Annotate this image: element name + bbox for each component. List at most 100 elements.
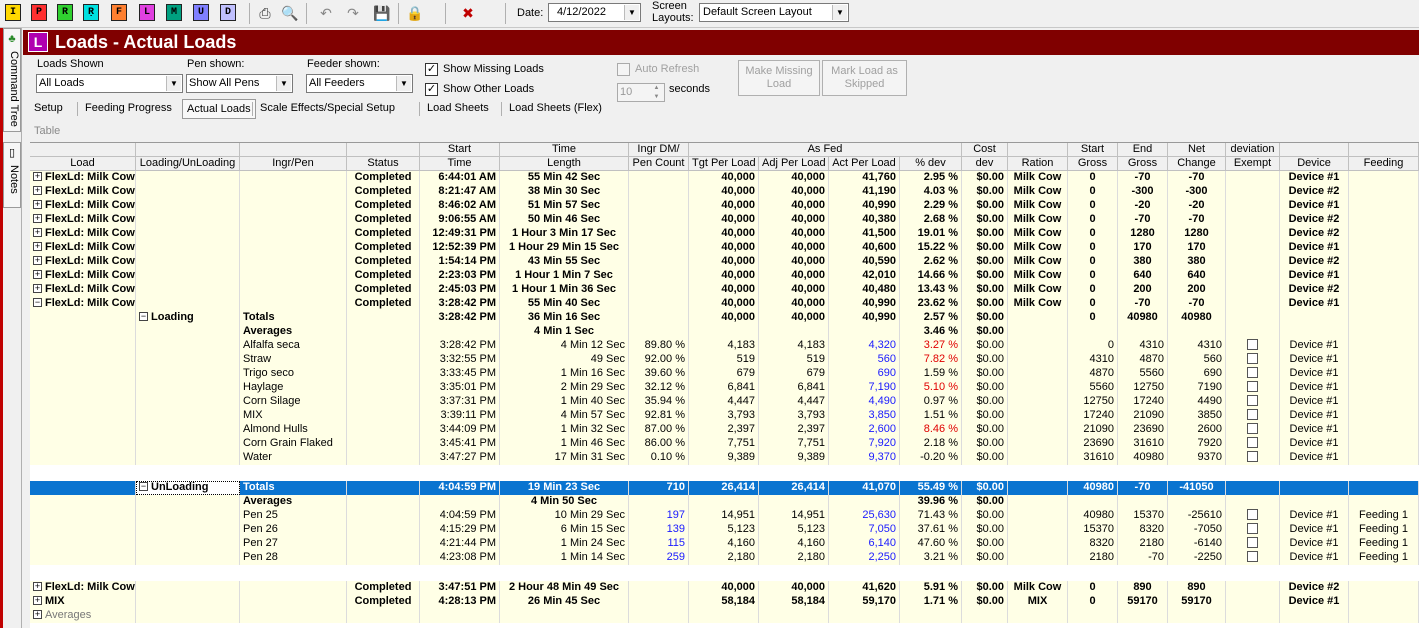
- expand-icon[interactable]: +: [33, 200, 42, 209]
- header-lu[interactable]: Loading/UnLoading: [136, 157, 240, 171]
- header-net[interactable]: Change: [1168, 157, 1226, 171]
- make-missing-load-button[interactable]: Make Missing Load: [738, 60, 820, 96]
- undo-icon[interactable]: ↶: [316, 3, 336, 23]
- toolbar-l-button[interactable]: L: [139, 4, 155, 21]
- chevron-down-icon[interactable]: ▼: [832, 5, 847, 20]
- header-ration[interactable]: Ration: [1008, 157, 1068, 171]
- load-name-cell[interactable]: + FlexLd: Milk Cow: [30, 255, 136, 269]
- load-name-cell[interactable]: + FlexLd: Milk Cow: [30, 227, 136, 241]
- redo-icon[interactable]: ↷: [343, 3, 363, 23]
- load-name-cell[interactable]: − FlexLd: Milk Cow: [30, 297, 136, 311]
- deviation-exempt-checkbox[interactable]: [1247, 423, 1258, 434]
- load-name-cell[interactable]: + FlexLd: Milk Cow: [30, 269, 136, 283]
- expand-icon[interactable]: +: [33, 228, 42, 237]
- chevron-down-icon[interactable]: ▼: [396, 76, 411, 91]
- toolbar-p-button[interactable]: P: [31, 4, 47, 21]
- spin-up-icon[interactable]: ▲: [649, 84, 664, 92]
- feeder-shown-select[interactable]: All Feeders ▼: [306, 74, 413, 93]
- expand-icon[interactable]: +: [33, 186, 42, 195]
- load-name-cell[interactable]: + FlexLd: Milk Cow: [30, 199, 136, 213]
- expand-icon[interactable]: +: [33, 172, 42, 181]
- expand-icon[interactable]: +: [33, 270, 42, 279]
- header-adj[interactable]: Adj Per Load: [759, 157, 829, 171]
- loads-shown-select[interactable]: All Loads ▼: [36, 74, 183, 93]
- deviation-exempt-checkbox[interactable]: [1247, 537, 1258, 548]
- print-preview-icon[interactable]: 🔍: [280, 3, 300, 23]
- deviation-exempt-checkbox[interactable]: [1247, 367, 1258, 378]
- header-sg[interactable]: Gross: [1068, 157, 1118, 171]
- header-start[interactable]: Time: [420, 157, 500, 171]
- header-dev[interactable]: % dev: [900, 157, 962, 171]
- pen-shown-select[interactable]: Show All Pens ▼: [186, 74, 293, 93]
- date-picker[interactable]: 4/12/2022 ▼: [548, 3, 641, 22]
- tab-scale-effects-special-setup[interactable]: Scale Effects/Special Setup: [256, 99, 399, 119]
- unloading-group-cell[interactable]: − UnLoading: [136, 481, 240, 495]
- chevron-down-icon[interactable]: ▼: [166, 76, 181, 91]
- expand-icon[interactable]: −: [33, 298, 42, 307]
- load-name-cell[interactable]: + FlexLd: Milk Cow: [30, 185, 136, 199]
- expand-icon[interactable]: +: [33, 596, 42, 605]
- tab-actual-loads[interactable]: Actual Loads: [182, 99, 256, 119]
- toolbar-i-button[interactable]: I: [5, 4, 21, 21]
- mark-load-skipped-button[interactable]: Mark Load as Skipped: [822, 60, 907, 96]
- loading-group-cell[interactable]: − Loading: [136, 311, 240, 325]
- lock-icon[interactable]: 🔒: [405, 3, 425, 23]
- header-feed[interactable]: Feeding: [1349, 157, 1419, 171]
- deviation-exempt-checkbox[interactable]: [1247, 509, 1258, 520]
- load-name-cell[interactable]: + MIX: [30, 595, 136, 609]
- toolbar-u-button[interactable]: U: [193, 4, 209, 21]
- toolbar-f-button[interactable]: F: [111, 4, 127, 21]
- deviation-exempt-checkbox[interactable]: [1247, 437, 1258, 448]
- header-load[interactable]: Load: [30, 157, 136, 171]
- tab-load-sheets-flex[interactable]: Load Sheets (Flex): [505, 99, 606, 119]
- toolbar-r2-button[interactable]: Ṛ: [83, 4, 99, 21]
- header-device[interactable]: Device: [1280, 157, 1349, 171]
- load-name-cell[interactable]: + FlexLd: Milk Cow: [30, 283, 136, 297]
- expand-icon[interactable]: +: [33, 256, 42, 265]
- header-len[interactable]: Length: [500, 157, 629, 171]
- deviation-exempt-checkbox[interactable]: [1247, 395, 1258, 406]
- expand-icon[interactable]: +: [33, 242, 42, 251]
- header-ip[interactable]: Ingr/Pen: [240, 157, 347, 171]
- load-name-cell[interactable]: + FlexLd: Milk Cow: [30, 171, 136, 185]
- expand-icon[interactable]: +: [33, 582, 42, 591]
- tab-setup[interactable]: Setup: [30, 99, 67, 119]
- show-other-checkbox[interactable]: ✓: [425, 83, 438, 96]
- deviation-exempt-checkbox[interactable]: [1247, 353, 1258, 364]
- chevron-down-icon[interactable]: ▼: [276, 76, 291, 91]
- header-dm[interactable]: Pen Count: [629, 157, 689, 171]
- toolbar-m-button[interactable]: M: [166, 4, 182, 21]
- averages-footer-cell[interactable]: + Averages: [30, 609, 136, 623]
- deviation-exempt-checkbox[interactable]: [1247, 451, 1258, 462]
- notes-tab[interactable]: ▯ Notes: [3, 142, 21, 208]
- deviation-exempt-checkbox[interactable]: [1247, 551, 1258, 562]
- screen-layout-select[interactable]: Default Screen Layout ▼: [699, 3, 849, 22]
- deviation-exempt-checkbox[interactable]: [1247, 339, 1258, 350]
- header-eg[interactable]: Gross: [1118, 157, 1168, 171]
- expand-icon[interactable]: +: [33, 214, 42, 223]
- header-act[interactable]: Act Per Load: [829, 157, 900, 171]
- expand-icon[interactable]: +: [33, 284, 42, 293]
- spin-down-icon[interactable]: ▼: [649, 93, 664, 101]
- command-tree-tab[interactable]: ♣ Command Tree: [3, 28, 21, 132]
- deviation-exempt-checkbox[interactable]: [1247, 523, 1258, 534]
- load-name-cell[interactable]: + FlexLd: Milk Cow: [30, 241, 136, 255]
- print-icon[interactable]: ⎙: [255, 3, 275, 23]
- show-missing-checkbox[interactable]: ✓: [425, 63, 438, 76]
- toolbar-d-button[interactable]: D: [220, 4, 236, 21]
- collapse-icon[interactable]: −: [139, 482, 148, 491]
- tab-feeding-progress[interactable]: Feeding Progress: [81, 99, 176, 119]
- expand-icon[interactable]: +: [33, 610, 42, 619]
- chevron-down-icon[interactable]: ▼: [624, 5, 639, 20]
- save-icon[interactable]: 💾: [372, 3, 392, 23]
- header-status[interactable]: Status: [347, 157, 420, 171]
- delete-icon[interactable]: ✖: [458, 3, 478, 23]
- load-name-cell[interactable]: + FlexLd: Milk Cow: [30, 213, 136, 227]
- header-tgt[interactable]: Tgt Per Load: [689, 157, 759, 171]
- tab-load-sheets[interactable]: Load Sheets: [423, 99, 493, 119]
- collapse-icon[interactable]: −: [139, 312, 148, 321]
- auto-refresh-checkbox[interactable]: [617, 63, 630, 76]
- deviation-exempt-checkbox[interactable]: [1247, 409, 1258, 420]
- header-exempt[interactable]: Exempt: [1226, 157, 1280, 171]
- load-name-cell[interactable]: + FlexLd: Milk Cow: [30, 581, 136, 595]
